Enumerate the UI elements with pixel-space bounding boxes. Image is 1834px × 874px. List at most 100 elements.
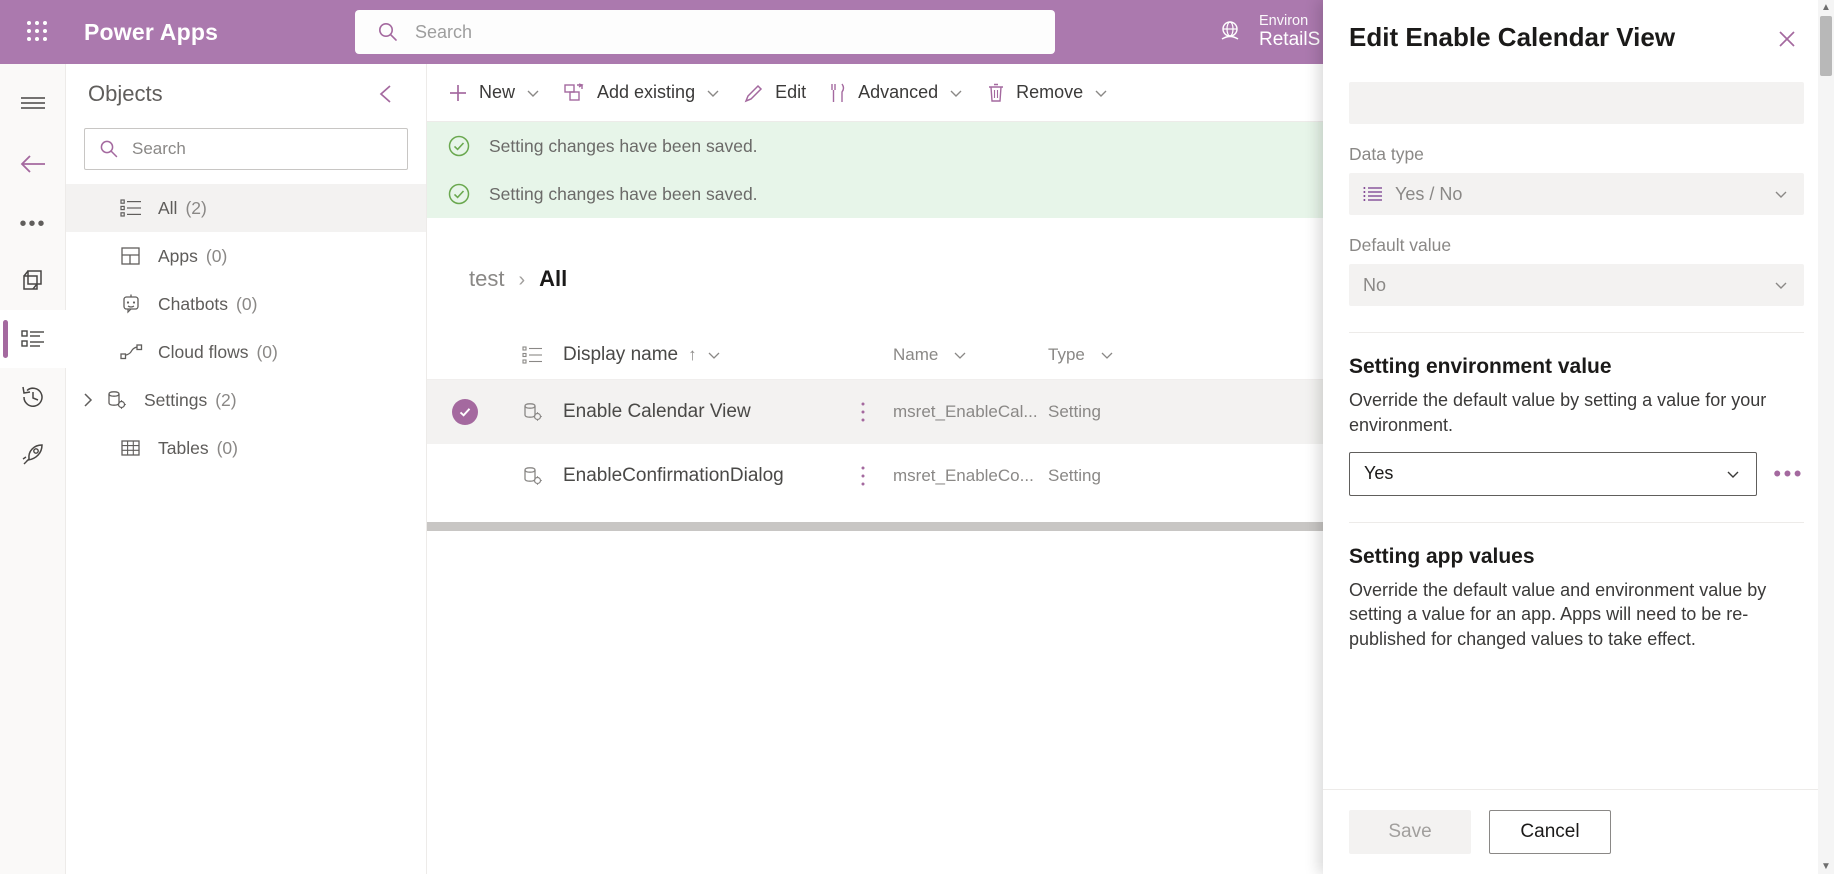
notification-text: Setting changes have been saved. [489,135,758,156]
chevron-down-icon[interactable] [525,85,541,101]
chevron-down-icon[interactable] [948,85,964,101]
new-button-label: New [479,82,516,102]
column-header-type[interactable]: Type [1048,345,1188,365]
close-icon[interactable] [1770,22,1804,56]
environment-value-text: Yes [1364,463,1394,484]
breadcrumb-parent[interactable]: test [469,266,504,292]
sidebar-item-cloud-flows[interactable]: Cloud flows (0) [66,328,426,376]
data-type-dropdown: Yes / No [1349,173,1804,215]
sidebar-item-chatbots[interactable]: Chatbots (0) [66,280,426,328]
data-type-label: Data type [1349,144,1424,164]
panel-header: Edit Enable Calendar View [1323,0,1834,56]
back-arrow-icon[interactable] [0,132,66,196]
environment-text: Environ RetailS [1259,13,1320,52]
edit-button[interactable]: Edit [733,72,816,114]
cancel-button[interactable]: Cancel [1489,810,1611,854]
chevron-down-icon[interactable] [705,85,721,101]
page-title: Edit Enable Calendar View [1349,22,1676,52]
page-scroll-thumb[interactable] [1820,16,1832,76]
navigation-rail: ••• [0,64,66,874]
more-vertical-icon[interactable] [833,400,893,424]
more-dots-icon[interactable]: ••• [0,196,66,252]
breadcrumb-current: All [539,266,568,291]
sidebar-item-label: Apps [158,245,198,266]
objects-list-icon[interactable] [0,310,66,368]
column-header-name[interactable]: Name [893,345,1048,365]
edit-setting-panel: Edit Enable Calendar View Data type Yes … [1323,0,1834,874]
list-lines-icon [1363,186,1383,202]
sidebar-item-settings[interactable]: Settings (2) [66,376,426,424]
success-check-icon [447,182,471,206]
page-scrollbar[interactable]: ▲ ▼ [1818,0,1834,874]
row-name: msret_EnableCal... [893,402,1038,421]
cloud-flow-icon [120,342,154,362]
sidebar-item-count: (2) [185,197,207,218]
row-display-name[interactable]: EnableConfirmationDialog [563,465,833,487]
scroll-down-arrow[interactable]: ▼ [1821,861,1831,872]
column-header-display-name[interactable]: Display name ↑ [563,344,833,366]
add-existing-label: Add existing [597,82,696,102]
app-values-section-description: Override the default value and environme… [1349,579,1767,650]
data-type-value: Yes / No [1395,183,1463,204]
brand-title[interactable]: Power Apps [84,19,218,46]
sidebar-item-apps[interactable]: Apps (0) [66,232,426,280]
row-type: Setting [1048,466,1101,485]
sidebar-item-count: (0) [256,341,278,362]
sidebar-item-label: Chatbots [158,293,229,314]
advanced-tools-icon [828,82,848,104]
power-apps-window: Power Apps Search Environ RetailS ••• Ob… [0,0,1834,874]
chevron-down-icon[interactable] [952,347,968,363]
environment-value-dropdown[interactable]: Yes [1349,451,1758,496]
default-value-value: No [1363,274,1387,295]
environment-indicator[interactable]: Environ RetailS [1215,8,1320,56]
global-search-input[interactable]: Search [355,10,1055,54]
objects-search-placeholder: Search [132,139,186,158]
add-existing-button[interactable]: Add existing [553,72,731,114]
search-icon [99,139,119,159]
remove-button[interactable]: Remove [976,72,1119,114]
sidebar-item-count: (0) [205,245,228,266]
environment-label: Environ [1259,12,1309,29]
apps-grid-icon [120,245,154,267]
row-display-name[interactable]: Enable Calendar View [563,401,833,423]
name-field-readonly [1349,82,1804,124]
chevron-down-icon[interactable] [1724,465,1742,483]
edit-button-label: Edit [775,82,807,102]
ellipsis-icon[interactable]: ••• [1773,462,1804,485]
panel-footer: Save Cancel [1323,789,1834,874]
hamburger-icon[interactable] [0,74,66,132]
sidebar-item-all[interactable]: All (2) [66,184,426,232]
scroll-up-arrow[interactable]: ▲ [1821,2,1831,13]
advanced-button-label: Advanced [858,82,939,102]
chevron-right-icon[interactable] [80,391,106,409]
more-vertical-icon[interactable] [833,464,893,488]
row-checkbox[interactable] [427,399,503,425]
chevron-down-icon[interactable] [706,347,722,363]
chevron-left-icon[interactable] [372,79,402,109]
sidebar-item-count: (2) [215,389,237,410]
solutions-icon[interactable] [0,252,66,310]
sort-ascending-icon: ↑ [688,344,697,364]
sidebar-item-label: Cloud flows [158,341,249,362]
column-header-label: Type [1048,344,1085,364]
rocket-icon[interactable] [0,426,66,484]
chevron-down-icon[interactable] [1099,347,1115,363]
environment-section-description: Override the default value by setting a … [1349,390,1767,435]
sidebar-item-tables[interactable]: Tables (0) [66,424,426,472]
sidebar-item-label: Tables [158,437,209,458]
waffle-grid-icon[interactable] [14,19,62,45]
advanced-button[interactable]: Advanced [818,72,974,114]
history-clock-icon[interactable] [0,368,66,426]
add-existing-icon [563,82,587,104]
settings-db-icon [106,389,140,411]
globe-icon [1215,17,1245,47]
objects-search-input[interactable]: Search [84,128,408,170]
environment-name: RetailS [1259,29,1321,51]
save-button: Save [1349,810,1471,854]
chevron-down-icon[interactable] [1093,85,1109,101]
breadcrumb-separator: › [518,269,526,291]
sidebar-item-count: (0) [236,293,258,314]
remove-button-label: Remove [1016,82,1084,102]
column-options-icon[interactable] [503,345,563,365]
new-button[interactable]: New [437,72,551,114]
